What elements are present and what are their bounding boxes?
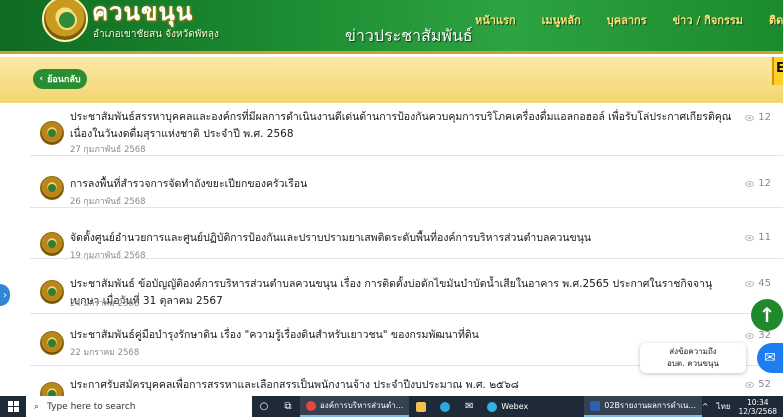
windows-logo-icon bbox=[7, 401, 19, 412]
chat-prompt-bubble[interactable]: ส่งข้อความถึง อบต. ควนขนุน bbox=[640, 343, 746, 373]
news-item[interactable]: จัดตั้งศูนย์อำนวยการและศูนย์ปฏิบัติการป้… bbox=[30, 208, 783, 261]
news-title[interactable]: การลงพื้นที่สำรวจการจัดทำถังขยะเปียกของค… bbox=[70, 176, 735, 193]
organization-logo-icon[interactable] bbox=[42, 0, 88, 42]
view-count: 11 bbox=[745, 232, 771, 243]
news-date: 26 กุมภาพันธ์ 2568 bbox=[70, 197, 146, 207]
nav-main-menu[interactable]: เมนูหลัก bbox=[542, 11, 581, 29]
task-view-icon[interactable]: ⧉ bbox=[276, 396, 300, 417]
view-count: 12 bbox=[745, 178, 771, 189]
page-title: ข่าวประชาสัมพันธ์ bbox=[345, 26, 473, 45]
news-item[interactable]: การลงพื้นที่สำรวจการจัดทำถังขยะเปียกของค… bbox=[30, 156, 783, 208]
nav-home[interactable]: หน้าแรก bbox=[475, 11, 516, 29]
chevron-right-icon[interactable]: › bbox=[0, 284, 10, 306]
taskbar-app-chrome[interactable]: องค์การบริหารส่วนตำ... bbox=[300, 396, 410, 417]
view-count: 52 bbox=[745, 379, 771, 390]
back-band bbox=[0, 57, 783, 103]
chevron-left-icon: ‹ bbox=[39, 74, 44, 84]
eye-icon bbox=[745, 114, 755, 121]
taskbar-search-box[interactable]: ⌕ Type here to search bbox=[26, 396, 252, 417]
view-count-value: 45 bbox=[758, 278, 771, 289]
chevron-up-icon[interactable]: ^ bbox=[702, 402, 709, 411]
edge-browser-icon[interactable] bbox=[433, 396, 457, 417]
search-placeholder: Type here to search bbox=[47, 401, 136, 412]
news-logo-icon bbox=[40, 232, 64, 256]
word-icon bbox=[590, 400, 601, 411]
taskbar-app-label: องค์การบริหารส่วนตำ... bbox=[320, 401, 404, 410]
chat-prompt-line1: ส่งข้อความถึง bbox=[669, 347, 717, 356]
view-count-value: 52 bbox=[758, 379, 771, 390]
eye-icon bbox=[745, 381, 755, 388]
eye-icon bbox=[745, 180, 755, 187]
taskbar-app-webex[interactable]: Webex bbox=[481, 396, 534, 417]
webex-icon bbox=[487, 401, 498, 412]
news-title[interactable]: ประชาสัมพันธ์ ข้อบัญญัติองค์การบริหารส่ว… bbox=[70, 276, 735, 310]
eye-icon bbox=[745, 332, 755, 339]
news-logo-icon bbox=[40, 121, 64, 145]
news-date: 24 มกราคม 2568 bbox=[70, 299, 140, 309]
clock-date: 12/3/2568 bbox=[738, 406, 777, 416]
clock-time: 10:34 bbox=[746, 397, 769, 407]
input-language[interactable]: ไทย bbox=[717, 400, 731, 413]
view-count-value: 12 bbox=[758, 112, 771, 123]
cortana-icon[interactable]: ○ bbox=[252, 396, 276, 417]
news-title[interactable]: ประชาสัมพันธ์คู่มือบำรุงรักษาดิน เรื่อง … bbox=[70, 327, 735, 344]
eye-icon bbox=[745, 234, 755, 241]
taskbar-app-label: Webex bbox=[501, 402, 529, 411]
mail-icon[interactable]: ✉ bbox=[457, 396, 481, 417]
file-explorer-icon[interactable] bbox=[409, 396, 433, 417]
eye-icon bbox=[745, 280, 755, 287]
news-item[interactable]: ประชาสัมพันธ์ ข้อบัญญัติองค์การบริหารส่ว… bbox=[30, 259, 783, 314]
news-date: 22 มกราคม 2568 bbox=[70, 348, 140, 358]
start-button[interactable] bbox=[0, 396, 26, 417]
nav-contact[interactable]: ติดต่อหน่วยงาน bbox=[769, 11, 783, 29]
news-title[interactable]: ประชาสัมพันธ์สรรหาบุคคลและองค์กรที่มีผลก… bbox=[70, 109, 735, 143]
news-logo-icon bbox=[40, 176, 64, 200]
view-count-value: 11 bbox=[758, 232, 771, 243]
news-title[interactable]: ประกาศรับสมัครบุคคลเพื่อการสรรหาและเลือก… bbox=[70, 377, 735, 394]
edge-letter: E bbox=[776, 61, 783, 76]
view-count-value: 32 bbox=[758, 330, 771, 341]
search-icon: ⌕ bbox=[34, 401, 40, 412]
view-count: 12 bbox=[745, 112, 771, 123]
news-title[interactable]: จัดตั้งศูนย์อำนวยการและศูนย์ปฏิบัติการป้… bbox=[70, 230, 735, 247]
view-count: 45 bbox=[745, 278, 771, 289]
nav-personnel[interactable]: บุคลากร bbox=[607, 11, 647, 29]
nav-news-activities[interactable]: ข่าว / กิจกรรม bbox=[673, 11, 743, 29]
windows-taskbar: ⌕ Type here to search ○ ⧉ องค์การบริหารส… bbox=[0, 396, 783, 417]
top-nav: หน้าแรก เมนูหลัก บุคลากร ข่าว / กิจกรรม … bbox=[475, 11, 783, 29]
arrow-up-icon: ↑ bbox=[758, 303, 776, 327]
site-subtitle: อำเภอเขาชัยสน จังหวัดพัทลุง bbox=[93, 29, 219, 40]
messenger-icon[interactable]: ✉ bbox=[757, 343, 783, 373]
taskbar-app-word[interactable]: 02Bรายงานผลการดำเน... bbox=[584, 396, 703, 417]
taskbar-app-label: 02Bรายงานผลการดำเน... bbox=[604, 401, 697, 410]
chat-prompt-line2: อบต. ควนขนุน bbox=[667, 359, 719, 368]
system-tray: ^ ไทย 10:34 12/3/2568 bbox=[702, 396, 783, 417]
news-date: 27 กุมภาพันธ์ 2568 bbox=[70, 145, 146, 155]
news-logo-icon bbox=[40, 331, 64, 355]
back-label: ย้อนกลับ bbox=[47, 75, 81, 85]
edge-widget[interactable]: E bbox=[772, 57, 783, 85]
site-header: ควนขนุน อำเภอเขาชัยสน จังหวัดพัทลุง ข่าว… bbox=[0, 0, 783, 54]
back-button[interactable]: ‹ ย้อนกลับ bbox=[33, 69, 87, 89]
scroll-to-top-button[interactable]: ↑ bbox=[751, 299, 783, 331]
view-count-value: 12 bbox=[758, 178, 771, 189]
taskbar-clock[interactable]: 10:34 12/3/2568 bbox=[739, 398, 777, 416]
news-logo-icon bbox=[40, 280, 64, 304]
news-item[interactable]: ประชาสัมพันธ์สรรหาบุคคลและองค์กรที่มีผลก… bbox=[30, 103, 783, 156]
view-count: 32 bbox=[745, 330, 771, 341]
chrome-icon bbox=[306, 400, 316, 411]
